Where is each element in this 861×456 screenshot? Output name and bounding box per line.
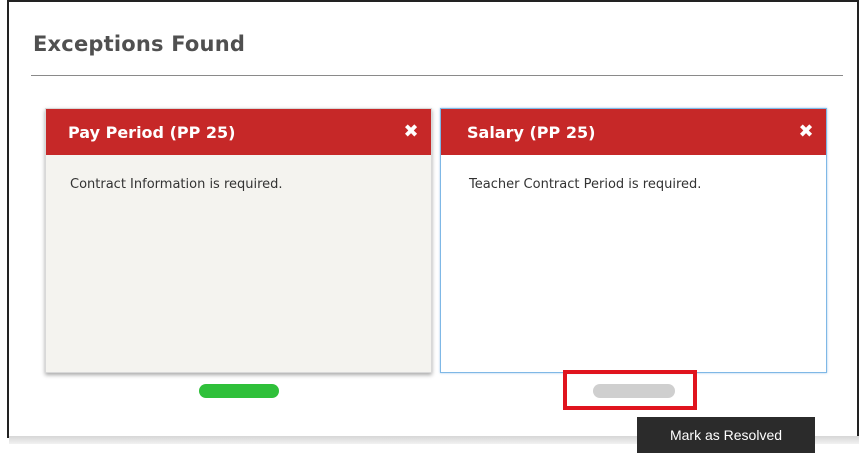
card-header: Pay Period (PP 25) ✖ [46, 109, 431, 155]
highlight-annotation [563, 370, 697, 410]
mark-as-resolved-tooltip: Mark as Resolved [637, 417, 815, 453]
card-message: Teacher Contract Period is required. [469, 177, 702, 192]
resolve-toggle-pay-period[interactable] [199, 384, 279, 398]
card-title: Salary (PP 25) [467, 122, 596, 142]
section-title: Exceptions Found [33, 32, 246, 56]
exception-card-salary: Salary (PP 25) ✖ Teacher Contract Period… [440, 108, 827, 373]
close-icon[interactable]: ✖ [796, 123, 816, 141]
card-title: Pay Period (PP 25) [68, 122, 236, 142]
close-icon[interactable]: ✖ [401, 123, 421, 141]
card-message: Contract Information is required. [70, 177, 283, 192]
exception-card-pay-period: Pay Period (PP 25) ✖ Contract Informatio… [45, 108, 432, 373]
card-header: Salary (PP 25) ✖ [441, 109, 826, 155]
section-divider [31, 75, 843, 76]
